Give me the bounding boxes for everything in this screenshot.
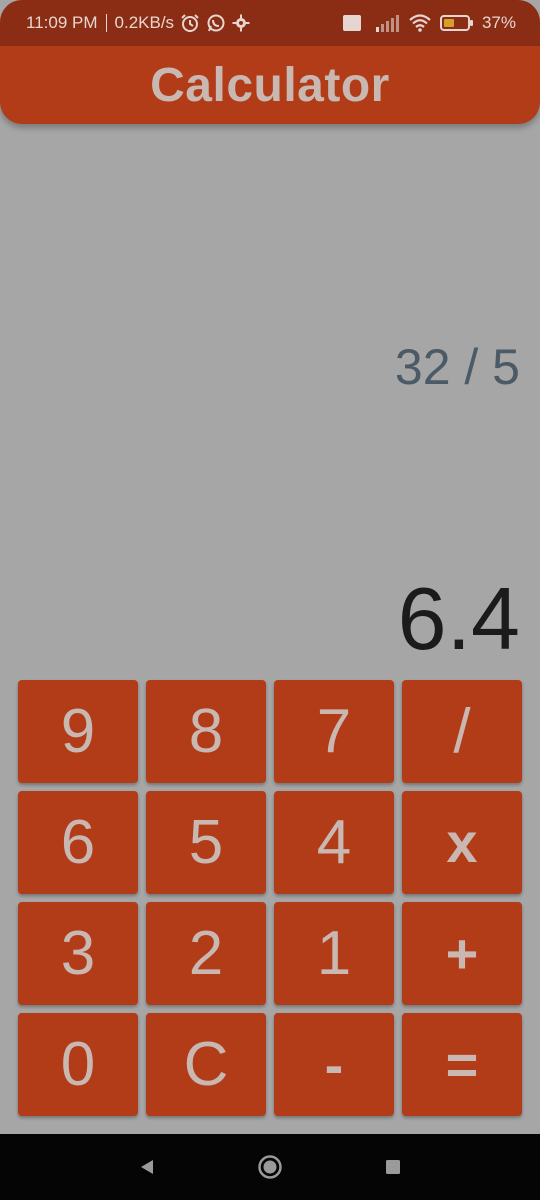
key-8[interactable]: 8 bbox=[146, 680, 266, 783]
app-bar: Calculator bbox=[0, 46, 540, 124]
key-3[interactable]: 3 bbox=[18, 902, 138, 1005]
key-minus[interactable]: - bbox=[274, 1013, 394, 1116]
key-divide[interactable]: / bbox=[402, 680, 522, 783]
home-icon[interactable] bbox=[257, 1154, 283, 1180]
status-bar: 11:09 PM 0.2KB/s 37% bbox=[0, 0, 540, 46]
key-6[interactable]: 6 bbox=[18, 791, 138, 894]
status-left: 11:09 PM 0.2KB/s bbox=[26, 13, 250, 33]
key-5[interactable]: 5 bbox=[146, 791, 266, 894]
navigation-bar bbox=[0, 1134, 540, 1200]
key-plus[interactable]: + bbox=[402, 902, 522, 1005]
key-equals[interactable]: = bbox=[402, 1013, 522, 1116]
status-divider bbox=[105, 14, 107, 32]
battery-percent: 37% bbox=[481, 13, 516, 32]
key-0[interactable]: 0 bbox=[18, 1013, 138, 1116]
keypad: 9 8 7 / 6 5 4 x 3 2 1 + 0 C - = bbox=[18, 680, 523, 1116]
key-7[interactable]: 7 bbox=[274, 680, 394, 783]
app-title: Calculator bbox=[150, 58, 390, 112]
volte-icon bbox=[342, 13, 362, 33]
key-9[interactable]: 9 bbox=[18, 680, 138, 783]
expression-display: 32 / 5 bbox=[394, 339, 520, 395]
key-1[interactable]: 1 bbox=[274, 902, 394, 1005]
network-speed: 0.2KB/s bbox=[114, 13, 175, 32]
wifi-icon bbox=[408, 13, 432, 33]
key-4[interactable]: 4 bbox=[274, 791, 394, 894]
key-multiply[interactable]: x bbox=[402, 791, 522, 894]
whatsapp-icon bbox=[206, 13, 226, 33]
status-right: 37% bbox=[342, 13, 516, 33]
back-icon[interactable] bbox=[137, 1157, 157, 1177]
key-clear[interactable]: C bbox=[146, 1013, 266, 1116]
result-display: 6.4 bbox=[397, 569, 520, 668]
battery-icon bbox=[439, 13, 474, 33]
status-time: 11:09 PM bbox=[26, 13, 98, 32]
settings-gear-icon bbox=[232, 14, 250, 32]
alarm-icon bbox=[180, 13, 200, 33]
recents-icon[interactable] bbox=[383, 1157, 403, 1177]
cellular-signal-icon bbox=[370, 13, 400, 33]
key-2[interactable]: 2 bbox=[146, 902, 266, 1005]
